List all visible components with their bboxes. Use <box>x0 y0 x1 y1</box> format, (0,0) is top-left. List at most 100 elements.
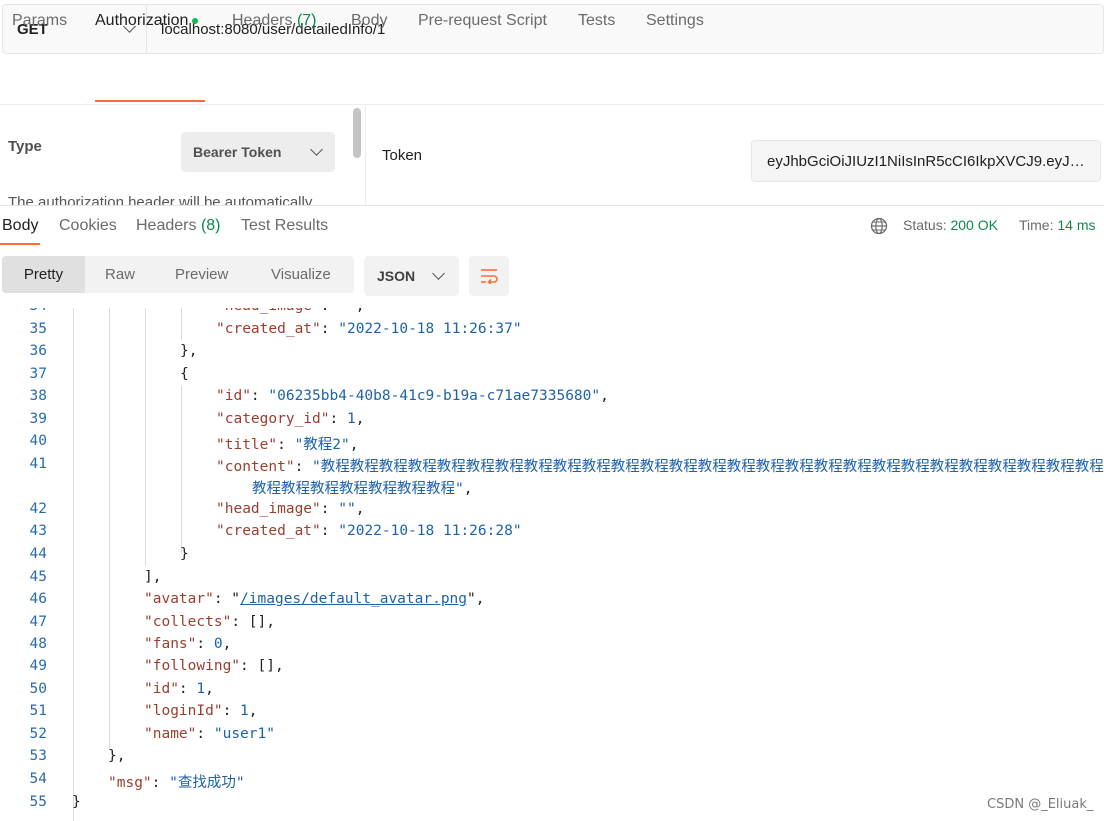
line-number: 51 <box>29 703 47 719</box>
tab-headers[interactable]: Headers (7) <box>232 12 317 30</box>
line-number: 36 <box>29 343 47 359</box>
line-number: 45 <box>29 569 47 585</box>
format-value: JSON <box>377 268 416 284</box>
tab-label: Body <box>2 217 39 234</box>
code-line: "title": "教程2", <box>216 437 359 453</box>
tab-label: Test Results <box>241 217 329 234</box>
tab-label: Settings <box>646 12 704 29</box>
line-number: 40 <box>29 433 47 449</box>
response-tab-cookies[interactable]: Cookies <box>59 217 117 235</box>
status-value: 200 OK <box>950 217 998 233</box>
view-pretty-button[interactable]: Pretty <box>2 256 85 293</box>
token-input[interactable]: eyJhbGciOiJIUzI1NiIsInR5cCI6IkpXVCJ9.eyJ… <box>751 140 1101 182</box>
code-line: "created_at": "2022-10-18 11:26:37" <box>216 321 522 337</box>
indent-guide <box>181 308 182 340</box>
active-dot-icon <box>192 17 199 24</box>
line-number: 39 <box>29 411 47 427</box>
code-line: } <box>72 794 81 810</box>
code-line: "content": "教程教程教程教程教程教程教程教程教程教程教程教程教程教程… <box>216 459 1104 497</box>
code-line: "collects": [], <box>144 614 275 630</box>
tab-label: Pre-request Script <box>418 12 547 29</box>
view-visualize-button[interactable]: Visualize <box>271 256 331 293</box>
line-number: 38 <box>29 388 47 404</box>
tab-settings[interactable]: Settings <box>646 12 704 30</box>
time-value: 14 ms <box>1057 217 1096 233</box>
line-number: 55 <box>29 794 47 810</box>
response-code-viewer[interactable]: 34 "head_image": "", 35 "created_at": "2022… <box>0 308 1104 821</box>
line-number: 37 <box>29 366 47 382</box>
tab-body[interactable]: Body <box>351 12 387 30</box>
tab-pre-request-script[interactable]: Pre-request Script <box>418 12 547 30</box>
line-number: 43 <box>29 523 47 539</box>
status-indicator[interactable]: Status: 200 OK <box>903 217 998 233</box>
line-number: 34 <box>0 308 47 314</box>
tab-label: Params <box>12 12 68 29</box>
code-line: } <box>180 546 189 562</box>
code-line: "head_image": "", <box>216 308 364 314</box>
tab-count: (7) <box>296 12 317 29</box>
code-line: "msg": "查找成功" <box>108 775 245 791</box>
wrap-lines-icon <box>481 269 498 284</box>
line-number: 50 <box>29 681 47 697</box>
response-tab-body[interactable]: Body <box>2 217 38 235</box>
tab-label: Cookies <box>59 217 117 234</box>
tab-label: Body <box>351 12 388 29</box>
code-line: ], <box>144 569 162 585</box>
watermark: CSDN @_Eliuak_ <box>987 797 1094 812</box>
code-line: "fans": 0, <box>144 636 232 652</box>
code-line: "loginId": 1, <box>144 703 258 719</box>
globe-icon[interactable] <box>870 217 888 235</box>
tab-label: Headers <box>136 217 197 234</box>
wrap-lines-button[interactable] <box>469 256 509 296</box>
indent-guide <box>73 308 74 821</box>
line-number: 41 <box>29 456 47 472</box>
view-preview-button[interactable]: Preview <box>175 256 228 293</box>
code-line: "id": "06235bb4-40b8-41c9-b19a-c71ae7335… <box>216 388 609 404</box>
line-number: 54 <box>29 771 47 787</box>
active-tab-indicator <box>0 243 40 245</box>
tab-count: (8) <box>200 217 221 234</box>
active-tab-indicator <box>95 100 205 102</box>
indent-guide <box>109 308 110 748</box>
view-mode-group: Pretty Raw Preview Visualize <box>2 256 354 293</box>
scrollbar[interactable] <box>353 108 361 158</box>
code-line: "category_id": 1, <box>216 411 365 427</box>
auth-note: The authorization header will be automat… <box>8 194 313 205</box>
chevron-down-icon <box>432 267 445 280</box>
code-line: }, <box>180 343 198 359</box>
tab-params[interactable]: Params <box>12 12 67 30</box>
divider <box>365 105 366 205</box>
chevron-down-icon <box>310 143 323 156</box>
code-line: }, <box>108 748 126 764</box>
time-label: Time: <box>1019 217 1054 233</box>
response-tab-headers[interactable]: Headers (8) <box>136 217 221 235</box>
tab-label: Authorization <box>95 12 189 29</box>
type-label: Type <box>8 138 42 155</box>
line-number: 44 <box>29 546 47 562</box>
line-number: 42 <box>29 501 47 517</box>
line-number: 49 <box>29 658 47 674</box>
indent-guide <box>145 308 146 566</box>
time-indicator[interactable]: Time: 14 ms <box>1019 217 1096 233</box>
response-tab-test-results[interactable]: Test Results <box>241 217 328 235</box>
code-line: "head_image": "", <box>216 501 365 517</box>
tab-tests[interactable]: Tests <box>578 12 615 30</box>
line-number: 35 <box>29 321 47 337</box>
indent-guide <box>181 386 182 554</box>
tab-label: Tests <box>578 12 616 29</box>
view-raw-button[interactable]: Raw <box>105 256 135 293</box>
code-line: "id": 1, <box>144 681 214 697</box>
auth-type-select[interactable]: Bearer Token <box>181 132 335 172</box>
divider <box>0 205 1104 206</box>
tab-label: Headers <box>232 12 293 29</box>
code-line: { <box>180 366 189 382</box>
tab-authorization[interactable]: Authorization <box>95 12 199 30</box>
auth-type-panel: Type Bearer Token The authorization head… <box>0 105 365 205</box>
token-label: Token <box>382 147 423 164</box>
code-line: "name": "user1" <box>144 726 275 742</box>
line-number: 53 <box>29 748 47 764</box>
format-select[interactable]: JSON <box>364 256 459 296</box>
code-line: "avatar": "/images/default_avatar.png", <box>144 591 485 607</box>
status-label: Status: <box>903 217 947 233</box>
code-line: "created_at": "2022-10-18 11:26:28" <box>216 523 522 539</box>
